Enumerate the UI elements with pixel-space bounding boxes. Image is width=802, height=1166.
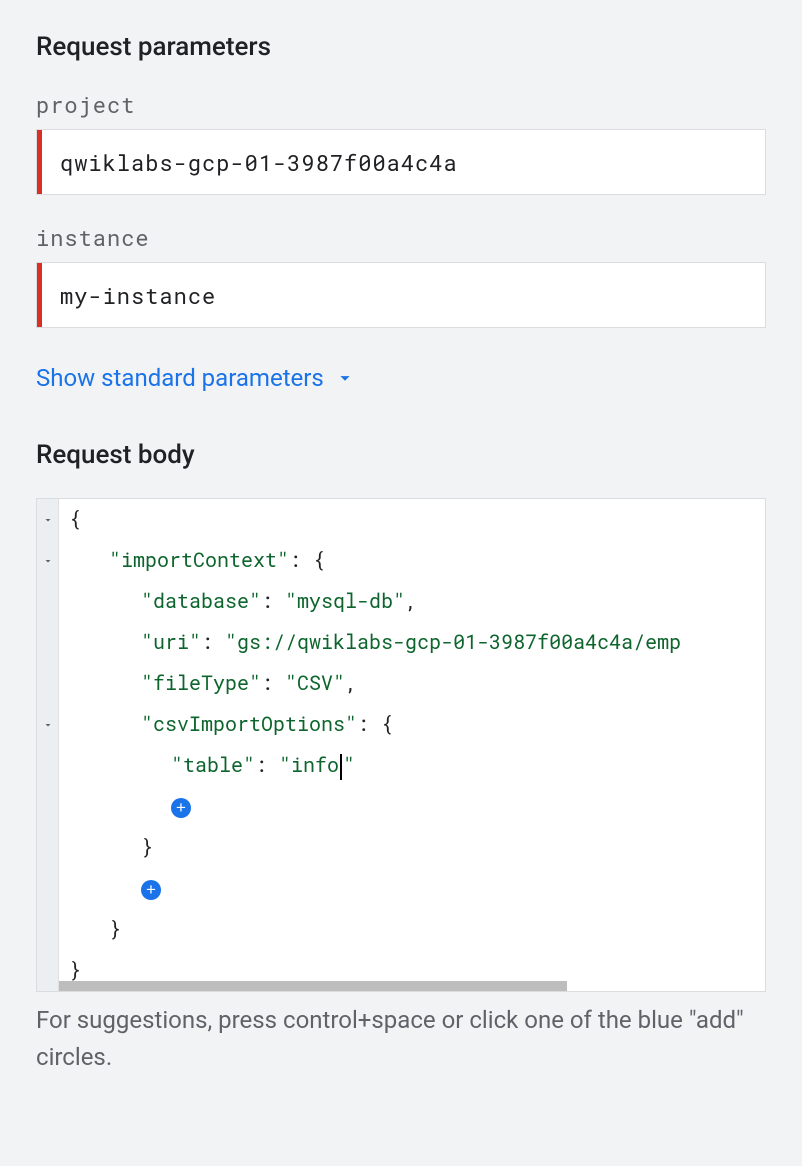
json-value: "mysql-db" (285, 588, 405, 614)
request-parameters-heading: Request parameters (36, 32, 766, 62)
fold-toggle-icon[interactable] (37, 704, 58, 745)
request-body-editor[interactable]: { "importContext": { "database": "mysql-… (36, 498, 766, 992)
code-line[interactable]: "importContext": { (69, 540, 765, 581)
request-body-heading: Request body (36, 440, 766, 470)
code-line[interactable]: "uri": "gs://qwiklabs-gcp-01-3987f00a4c4… (69, 622, 765, 663)
json-key: "table" (171, 752, 255, 778)
fold-gutter (37, 499, 59, 991)
code-line[interactable]: + (69, 786, 765, 827)
fold-toggle-icon[interactable] (37, 540, 58, 581)
horizontal-scrollbar[interactable] (59, 981, 567, 991)
instance-label: instance (36, 223, 766, 252)
code-line[interactable]: } (69, 909, 765, 950)
code-line[interactable]: { (69, 499, 765, 540)
add-field-button[interactable]: + (141, 880, 161, 900)
fold-toggle-icon[interactable] (37, 499, 58, 540)
code-line[interactable]: + (69, 868, 765, 909)
code-line[interactable]: "fileType": "CSV", (69, 663, 765, 704)
json-value: "gs://qwiklabs-gcp-01-3987f00a4c4a/emp (225, 629, 681, 655)
json-key: "database" (141, 588, 261, 614)
json-key: "uri" (141, 629, 201, 655)
show-standard-parameters-toggle[interactable]: Show standard parameters (36, 364, 356, 392)
code-line[interactable]: "csvImportOptions": { (69, 704, 765, 745)
chevron-down-icon (334, 367, 356, 389)
json-value: " (343, 752, 355, 778)
add-field-button[interactable]: + (171, 798, 191, 818)
json-value: "info (279, 752, 339, 778)
show-standard-parameters-label: Show standard parameters (36, 364, 324, 392)
code-line[interactable]: "database": "mysql-db", (69, 581, 765, 622)
code-line[interactable]: } (69, 827, 765, 868)
code-line[interactable]: "table": "info" (69, 745, 765, 786)
json-key: "csvImportOptions" (141, 711, 357, 737)
json-key: "importContext" (109, 547, 289, 573)
editor-hint: For suggestions, press control+space or … (36, 1002, 766, 1076)
json-key: "fileType" (141, 670, 261, 696)
project-label: project (36, 90, 766, 119)
json-value: "CSV" (285, 670, 345, 696)
instance-input[interactable] (42, 263, 765, 327)
text-cursor (340, 754, 342, 780)
project-input[interactable] (42, 130, 765, 194)
